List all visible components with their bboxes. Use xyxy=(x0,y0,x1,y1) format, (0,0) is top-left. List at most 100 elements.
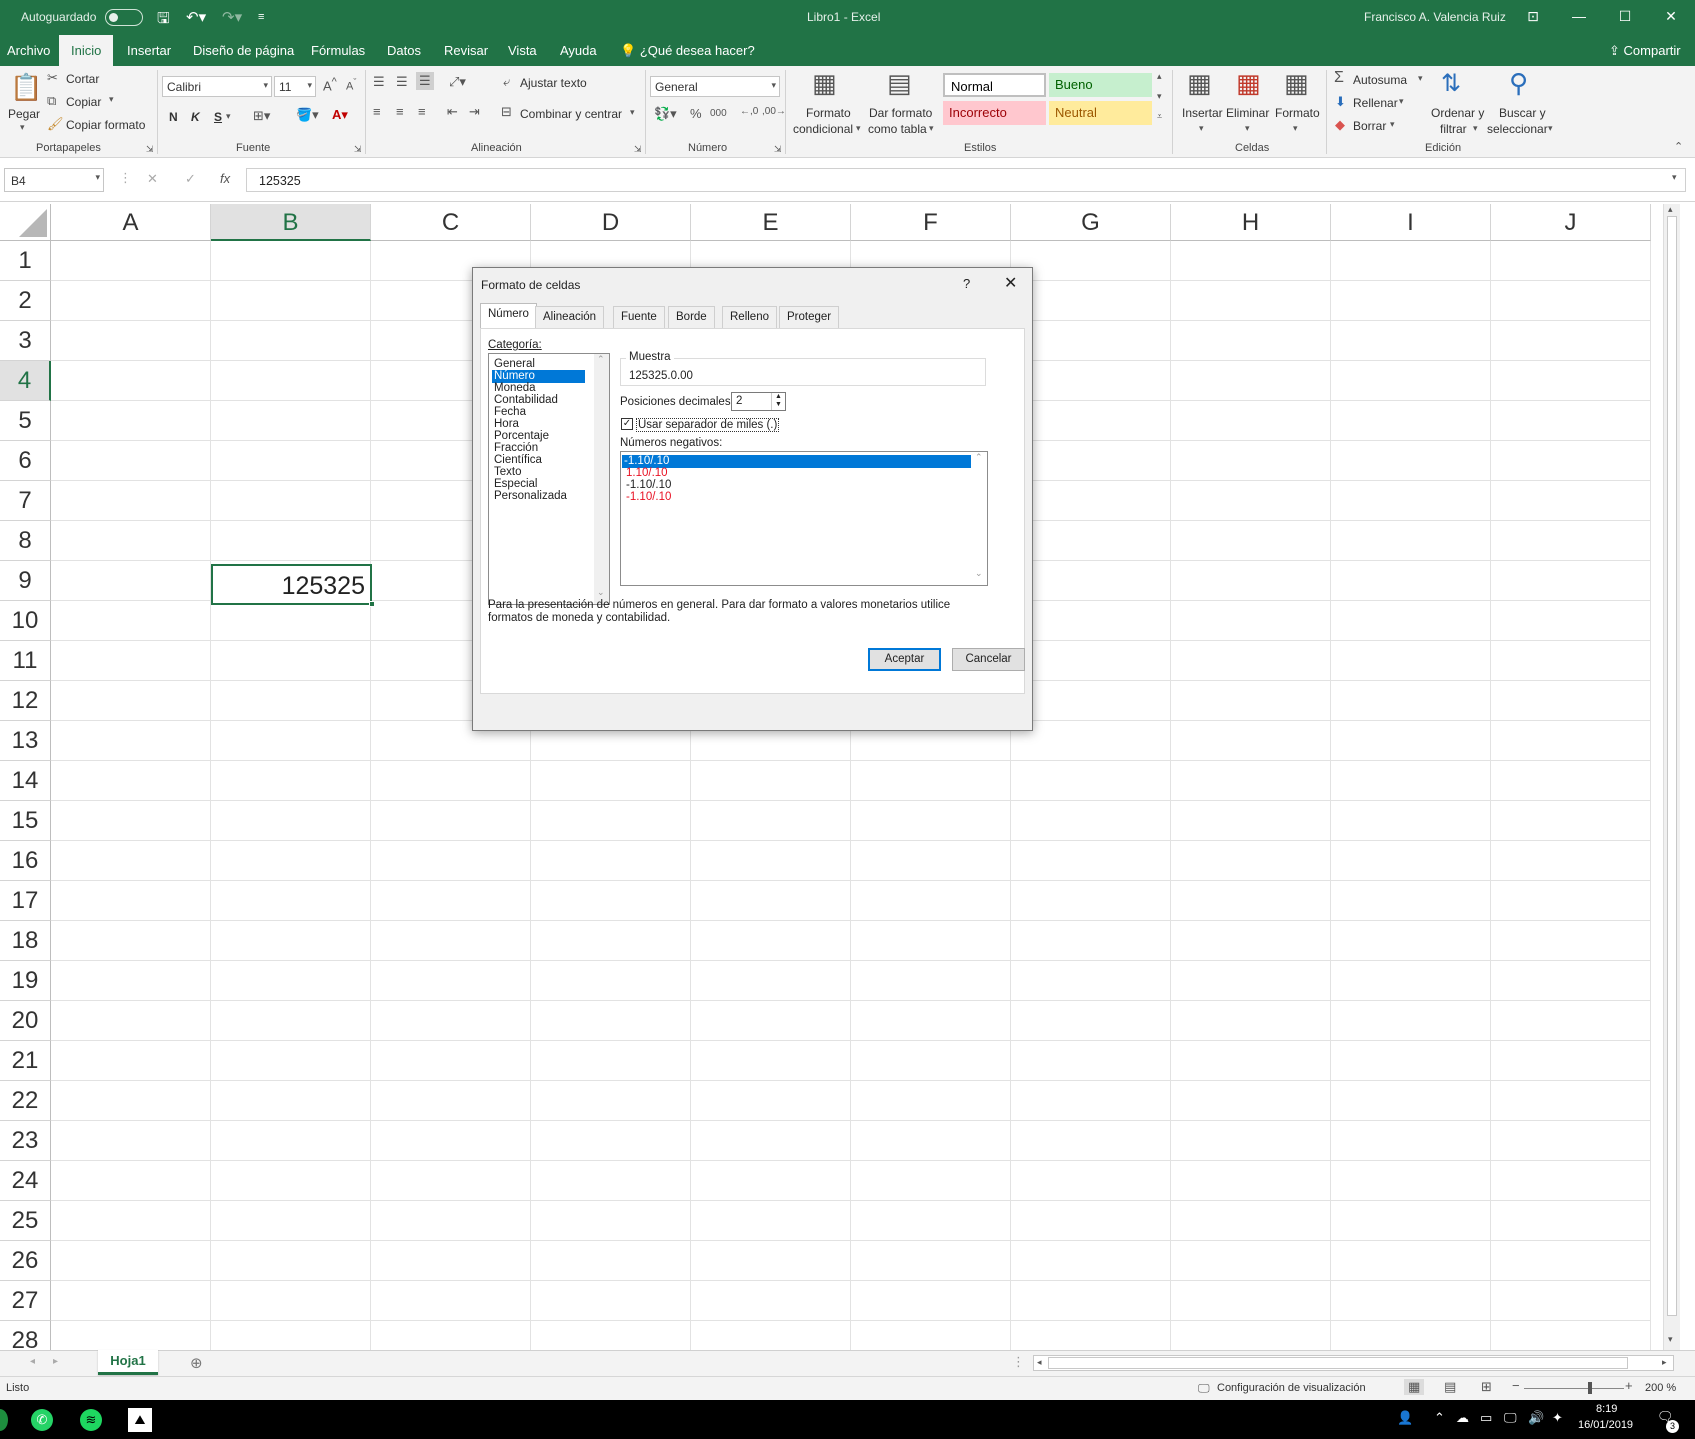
style-good[interactable]: Bueno xyxy=(1049,73,1152,97)
fill-button[interactable]: Rellenar xyxy=(1353,96,1398,110)
find-select-line2[interactable]: seleccionar xyxy=(1487,122,1548,136)
add-sheet-icon[interactable]: ⊕ xyxy=(190,1354,203,1372)
font-size-select[interactable]: 11 xyxy=(274,76,316,97)
increase-indent-icon[interactable]: ⇥ xyxy=(469,104,480,120)
cancel-button[interactable]: Cancelar xyxy=(952,648,1025,671)
conditional-format-icon[interactable]: ▦ xyxy=(812,68,837,99)
column-header-f[interactable]: F xyxy=(851,204,1011,241)
clock-date[interactable]: 16/01/2019 xyxy=(1578,1419,1633,1431)
row-header-16[interactable]: 16 xyxy=(0,841,51,881)
page-break-view-icon[interactable]: ⊞ xyxy=(1481,1379,1492,1395)
row-header-22[interactable]: 22 xyxy=(0,1081,51,1121)
dialog-help-button[interactable]: ? xyxy=(963,276,970,291)
underline-button[interactable]: S xyxy=(214,110,222,124)
format-painter-button[interactable]: Copiar formato xyxy=(66,118,145,132)
styles-scroll-down-icon[interactable]: ▾ xyxy=(1157,91,1162,102)
row-header-6[interactable]: 6 xyxy=(0,441,51,481)
row-header-20[interactable]: 20 xyxy=(0,1001,51,1041)
select-all-corner[interactable] xyxy=(0,204,51,241)
tab-numero[interactable]: Número xyxy=(480,303,537,329)
customize-qat-icon[interactable]: ≡ xyxy=(258,11,264,23)
insert-cells-icon[interactable]: ▦ xyxy=(1187,68,1212,99)
row-header-21[interactable]: 21 xyxy=(0,1041,51,1081)
cut-icon[interactable]: ✂ xyxy=(47,70,58,86)
font-color-icon[interactable]: A▾ xyxy=(332,107,348,123)
network-icon[interactable]: 🖵 xyxy=(1504,1410,1517,1426)
format-cells-icon[interactable]: ▦ xyxy=(1284,68,1309,99)
copy-dropdown-icon[interactable]: ▾ xyxy=(109,94,114,105)
negative-option-1[interactable]: -1.10/.10 xyxy=(622,455,971,468)
format-as-table-line2[interactable]: como tabla xyxy=(868,122,927,136)
find-select-line1[interactable]: Buscar y xyxy=(1499,106,1546,120)
tab-diseno-pagina[interactable]: Diseño de página xyxy=(193,43,294,58)
row-header-5[interactable]: 5 xyxy=(0,401,51,441)
photos-icon[interactable]: ⛰ xyxy=(128,1408,152,1432)
tab-alineacion[interactable]: Alineación xyxy=(535,306,605,328)
sheet-tab-hoja1[interactable]: Hoja1 xyxy=(98,1350,158,1375)
autosum-dropdown-icon[interactable]: ▾ xyxy=(1418,73,1423,84)
column-header-e[interactable]: E xyxy=(691,204,851,241)
category-item[interactable]: Personalizada xyxy=(492,490,569,503)
formula-options-icon[interactable]: ⋮ xyxy=(119,170,132,186)
tab-borde[interactable]: Borde xyxy=(668,306,715,328)
delete-cells-icon[interactable]: ▦ xyxy=(1236,68,1261,99)
cell-b4[interactable]: 125325 xyxy=(211,564,372,605)
sort-filter-line2[interactable]: filtrar xyxy=(1440,122,1467,136)
category-scrollbar[interactable]: ⌃ ⌄ xyxy=(594,354,609,604)
style-bad[interactable]: Incorrecto xyxy=(943,101,1046,125)
column-header-c[interactable]: C xyxy=(371,204,531,241)
ribbon-display-icon[interactable]: ⊡ xyxy=(1510,0,1556,35)
conditional-format-line1[interactable]: Formato xyxy=(806,106,851,120)
row-header-17[interactable]: 17 xyxy=(0,881,51,921)
underline-dropdown-icon[interactable]: ▾ xyxy=(226,111,231,122)
expand-formula-icon[interactable]: ▾ xyxy=(1672,172,1677,183)
minimize-button[interactable]: — xyxy=(1556,0,1602,35)
bold-button[interactable]: N xyxy=(169,110,178,124)
share-button[interactable]: ⇪ Compartir xyxy=(1609,43,1681,59)
paste-dropdown-icon[interactable]: ▾ xyxy=(20,122,25,133)
column-header-g[interactable]: G xyxy=(1011,204,1171,241)
negative-option-4[interactable]: -1.10/.10 xyxy=(624,491,673,504)
tab-insertar[interactable]: Insertar xyxy=(127,43,171,58)
tab-revisar[interactable]: Revisar xyxy=(444,43,488,58)
row-header-26[interactable]: 26 xyxy=(0,1241,51,1281)
zoom-in-icon[interactable]: + xyxy=(1625,1378,1633,1393)
conditional-dropdown-icon[interactable]: ▾ xyxy=(856,123,861,134)
align-top-icon[interactable]: ☰ xyxy=(373,74,385,90)
redo-icon[interactable]: ↷▾ xyxy=(222,8,242,26)
row-header-9[interactable]: 9 xyxy=(0,561,51,601)
maximize-button[interactable]: ☐ xyxy=(1602,0,1648,35)
number-format-select[interactable]: General xyxy=(650,76,780,97)
style-neutral[interactable]: Neutral xyxy=(1049,101,1152,125)
column-header-b[interactable]: B xyxy=(211,204,371,241)
autosum-icon[interactable]: Σ xyxy=(1334,69,1344,87)
decrease-font-icon[interactable]: Aˇ xyxy=(346,77,356,93)
column-header-h[interactable]: H xyxy=(1171,204,1331,241)
row-header-2[interactable]: 2 xyxy=(0,281,51,321)
sort-filter-icon[interactable]: ⇅ xyxy=(1441,69,1461,98)
row-header-10[interactable]: 10 xyxy=(0,601,51,641)
row-header-24[interactable]: 24 xyxy=(0,1161,51,1201)
negatives-scroll-up-icon[interactable]: ⌃ xyxy=(975,452,983,463)
zoom-out-icon[interactable]: − xyxy=(1512,1378,1520,1393)
scroll-right-icon[interactable]: ▸ xyxy=(1662,1357,1667,1368)
scroll-left-icon[interactable]: ◂ xyxy=(1037,1357,1042,1368)
tab-datos[interactable]: Datos xyxy=(387,43,421,58)
row-header-19[interactable]: 19 xyxy=(0,961,51,1001)
ok-button[interactable]: Aceptar xyxy=(868,648,941,671)
undo-icon[interactable]: ↶▾ xyxy=(186,8,206,26)
whatsapp-icon[interactable]: ✆ xyxy=(31,1409,53,1431)
row-header-13[interactable]: 13 xyxy=(0,721,51,761)
decrease-indent-icon[interactable]: ⇤ xyxy=(447,104,458,120)
show-hidden-icons[interactable]: ⌃ xyxy=(1434,1410,1445,1426)
sort-dropdown-icon[interactable]: ▾ xyxy=(1473,123,1478,134)
paste-icon[interactable]: 📋 xyxy=(10,72,42,103)
delete-cells-button[interactable]: Eliminar xyxy=(1226,106,1269,120)
fill-color-icon[interactable]: 🪣▾ xyxy=(296,107,319,123)
decimals-spinner[interactable]: ▲ ▼ xyxy=(771,393,785,410)
negative-numbers-list[interactable]: -1.10/.10 1.10/.10 -1.10/.10 -1.10/.10 ⌃… xyxy=(620,451,988,586)
scroll-up-icon[interactable]: ▴ xyxy=(1668,204,1673,215)
horizontal-scrollbar[interactable]: ◂ ▸ xyxy=(1033,1355,1674,1371)
format-cells-button[interactable]: Formato xyxy=(1275,106,1320,120)
align-bottom-icon[interactable]: ☰ xyxy=(416,72,434,90)
